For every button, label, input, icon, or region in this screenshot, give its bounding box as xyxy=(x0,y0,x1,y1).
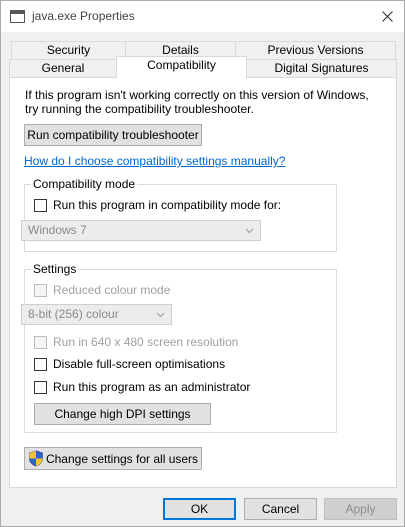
compat-mode-checkbox[interactable] xyxy=(34,198,47,212)
chevron-down-icon xyxy=(245,228,254,234)
tab-label: Previous Versions xyxy=(267,43,364,57)
tab-label: Details xyxy=(162,43,199,57)
run-as-admin-checkbox[interactable] xyxy=(34,380,47,394)
colour-depth-select[interactable]: 8-bit (256) colour xyxy=(21,304,172,325)
reduced-colour-label: Reduced colour mode xyxy=(53,283,171,297)
intro-line-1: If this program isn't working correctly … xyxy=(25,88,369,102)
compatibility-panel: If this program isn't working correctly … xyxy=(9,77,397,488)
title-bar[interactable]: java.exe Properties xyxy=(1,1,404,32)
close-button[interactable] xyxy=(370,1,404,32)
tab-label: Digital Signatures xyxy=(274,61,369,75)
disable-fullscreen-checkbox[interactable] xyxy=(34,357,47,371)
os-version-select[interactable]: Windows 7 xyxy=(21,220,261,241)
colour-depth-value: 8-bit (256) colour xyxy=(28,307,119,321)
window-title: java.exe Properties xyxy=(32,9,135,23)
disable-fullscreen-row[interactable]: Disable full-screen optimisations xyxy=(34,357,225,371)
run-640-label: Run in 640 x 480 screen resolution xyxy=(53,335,239,349)
help-link[interactable]: How do I choose compatibility settings m… xyxy=(24,154,285,168)
tab-label: General xyxy=(41,61,85,75)
change-dpi-button[interactable]: Change high DPI settings xyxy=(34,403,211,425)
tab-label: Compatibility xyxy=(147,58,216,72)
settings-title: Settings xyxy=(31,262,79,276)
uac-shield-icon xyxy=(29,450,43,467)
disable-fullscreen-label: Disable full-screen optimisations xyxy=(53,357,226,371)
reduced-colour-checkbox[interactable] xyxy=(34,283,47,297)
window-app-icon xyxy=(10,10,25,23)
run-as-admin-row[interactable]: Run this program as an administrator xyxy=(34,380,250,394)
compat-mode-label: Run this program in compatibility mode f… xyxy=(53,198,282,212)
apply-button[interactable]: Apply xyxy=(324,498,397,520)
run-640-row[interactable]: Run in 640 x 480 screen resolution xyxy=(34,335,238,349)
tab-compatibility[interactable]: Compatibility xyxy=(116,56,247,78)
reduced-colour-row[interactable]: Reduced colour mode xyxy=(34,283,170,297)
intro-text: If this program isn't working correctly … xyxy=(25,88,385,116)
close-icon xyxy=(381,11,393,22)
tab-label: Security xyxy=(46,43,91,57)
run-troubleshooter-button[interactable]: Run compatibility troubleshooter xyxy=(24,124,202,146)
settings-group: Settings Reduced colour mode 8-bit (256)… xyxy=(21,262,337,433)
compat-mode-checkbox-row[interactable]: Run this program in compatibility mode f… xyxy=(34,198,281,212)
tab-previous-versions[interactable]: Previous Versions xyxy=(235,41,396,59)
compatibility-mode-group: Compatibility mode Run this program in c… xyxy=(21,177,337,252)
tab-digital-signatures[interactable]: Digital Signatures xyxy=(246,59,397,78)
run-as-admin-label: Run this program as an administrator xyxy=(53,380,251,394)
os-version-value: Windows 7 xyxy=(28,223,87,237)
tab-general[interactable]: General xyxy=(9,59,117,78)
change-all-users-button[interactable]: Change settings for all users xyxy=(24,447,202,470)
compatibility-mode-title: Compatibility mode xyxy=(31,177,138,191)
properties-window: java.exe Properties Security Details Pre… xyxy=(0,0,405,527)
run-640-checkbox[interactable] xyxy=(34,335,47,349)
tab-security[interactable]: Security xyxy=(11,41,126,59)
change-all-users-label: Change settings for all users xyxy=(45,451,199,466)
ok-button[interactable]: OK xyxy=(163,498,236,520)
intro-line-2: try running the compatibility troublesho… xyxy=(25,102,254,116)
chevron-down-icon xyxy=(156,312,165,318)
cancel-button[interactable]: Cancel xyxy=(244,498,317,520)
